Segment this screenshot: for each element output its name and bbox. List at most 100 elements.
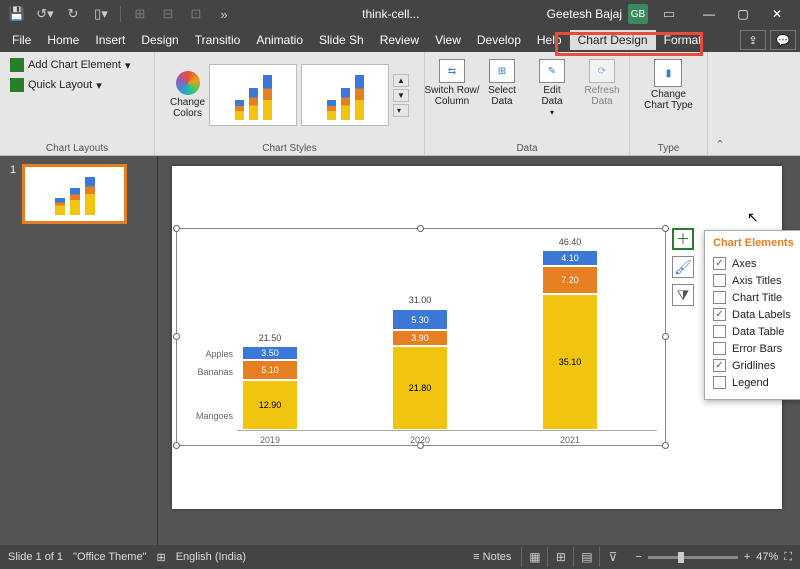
collapse-ribbon-button[interactable]: ⌃ <box>708 52 732 155</box>
close-button[interactable]: ✕ <box>760 3 794 25</box>
chart-element-option[interactable]: Chart Title <box>713 289 800 306</box>
qat-more-icon[interactable]: » <box>213 3 235 25</box>
chevron-down-icon[interactable]: ▼ <box>393 89 409 102</box>
seg-2020-bananas[interactable]: 3.90 <box>392 330 448 346</box>
tab-chart-design[interactable]: Chart Design <box>570 30 656 50</box>
checkbox[interactable]: ✓ <box>713 308 726 321</box>
option-label: Error Bars <box>732 343 782 355</box>
tab-animations[interactable]: Animatio <box>248 30 311 50</box>
window-controls: — ▢ ✕ <box>692 3 794 25</box>
slide-indicator[interactable]: Slide 1 of 1 <box>8 551 63 563</box>
zoom-in-button[interactable]: + <box>744 551 750 563</box>
bar-2019[interactable]: 12.90 5.10 3.50 <box>242 346 298 430</box>
undo-icon[interactable]: ↺▾ <box>34 3 56 25</box>
tab-slideshow[interactable]: Slide Sh <box>311 30 372 50</box>
palette-icon <box>176 71 200 95</box>
chart-styles-button[interactable]: 🖌 <box>672 256 694 278</box>
share-button[interactable]: ⇪ <box>740 30 766 50</box>
quick-layout-button[interactable]: Quick Layout ▾ <box>6 75 148 95</box>
seg-2020-mangoes[interactable]: 21.80 <box>392 346 448 430</box>
checkbox[interactable] <box>713 376 726 389</box>
zoom-percent[interactable]: 47% <box>756 551 778 563</box>
seg-2021-bananas[interactable]: 7.20 <box>542 266 598 294</box>
tab-developer[interactable]: Develop <box>469 30 529 50</box>
tab-review[interactable]: Review <box>372 30 427 50</box>
bar-2020[interactable]: 21.80 3.90 5.30 <box>392 309 448 430</box>
tab-transitions[interactable]: Transitio <box>187 30 249 50</box>
chart-element-option[interactable]: Data Table <box>713 323 800 340</box>
tab-insert[interactable]: Insert <box>87 30 133 50</box>
seg-2019-mangoes[interactable]: 12.90 <box>242 380 298 430</box>
normal-view-button[interactable]: ▦ <box>521 547 547 567</box>
zoom-out-button[interactable]: − <box>635 551 641 563</box>
notes-button[interactable]: ≡ Notes <box>473 551 511 563</box>
user-area[interactable]: Geetesh Bajaj GB <box>547 4 648 24</box>
refresh-data-button[interactable]: ⟳ Refresh Data <box>578 59 626 107</box>
tab-home[interactable]: Home <box>39 30 87 50</box>
change-colors-button[interactable]: Change Colors <box>170 71 205 119</box>
tab-view[interactable]: View <box>427 30 469 50</box>
chart-object[interactable]: Mangoes Bananas Apples 12.90 5.10 3.50 2… <box>176 228 666 446</box>
switch-row-column-button[interactable]: ⇆ Switch Row/ Column <box>428 59 476 107</box>
chart-element-option[interactable]: ✓Data Labels <box>713 306 800 323</box>
document-title: think-cell... <box>235 7 547 21</box>
checkbox[interactable]: ✓ <box>713 257 726 270</box>
fit-to-window-button[interactable]: ⛶ <box>784 551 792 564</box>
style-gallery-scroll[interactable]: ▲ ▼ ▾ <box>393 74 409 117</box>
slide-edit-area[interactable]: ↖ Mangoes Bananas Apples 1 <box>158 156 800 545</box>
slideshow-view-button[interactable]: ⊽ <box>599 547 625 567</box>
change-chart-type-button[interactable]: ▮ Change Chart Type <box>644 55 693 111</box>
brush-icon: 🖌 <box>674 259 692 276</box>
checkbox[interactable] <box>713 274 726 287</box>
seg-2020-apples[interactable]: 5.30 <box>392 309 448 330</box>
tab-help[interactable]: Help <box>529 30 570 50</box>
seg-2019-apples[interactable]: 3.50 <box>242 346 298 360</box>
option-label: Axes <box>732 258 756 270</box>
chart-element-option[interactable]: ✓ Axes <box>713 255 800 272</box>
chart-type-icon: ▮ <box>654 59 682 87</box>
tab-file[interactable]: File <box>4 30 39 50</box>
ribbon-mode-icon[interactable]: ▭ <box>658 3 680 25</box>
save-icon[interactable]: 💾 <box>6 3 28 25</box>
checkbox[interactable] <box>713 291 726 304</box>
slide-canvas[interactable]: ↖ Mangoes Bananas Apples 1 <box>172 166 782 509</box>
chart-elements-button[interactable]: ＋ <box>672 228 694 250</box>
start-icon[interactable]: ▯▾ <box>90 3 112 25</box>
chart-element-option[interactable]: Legend <box>713 374 800 391</box>
zoom-slider[interactable] <box>648 556 738 559</box>
accessibility-icon[interactable]: ⊞ <box>156 551 165 564</box>
sorter-view-button[interactable]: ⊞ <box>547 547 573 567</box>
add-chart-element-button[interactable]: Add Chart Element ▾ <box>6 55 148 75</box>
chart-element-option[interactable]: Axis Titles <box>713 272 800 289</box>
checkbox[interactable] <box>713 325 726 338</box>
gallery-more-icon[interactable]: ▾ <box>393 104 409 117</box>
zoom-thumb[interactable] <box>678 552 684 563</box>
maximize-button[interactable]: ▢ <box>726 3 760 25</box>
reading-view-button[interactable]: ▤ <box>573 547 599 567</box>
select-data-button[interactable]: ⊞ Select Data <box>478 59 526 107</box>
tab-format[interactable]: Format <box>656 30 710 50</box>
seg-2021-mangoes[interactable]: 35.10 <box>542 294 598 430</box>
seg-2019-bananas[interactable]: 5.10 <box>242 360 298 380</box>
comments-button[interactable]: 💬 <box>770 30 796 50</box>
qat: 💾 ↺▾ ↻ ▯▾ ⊞ ⊟ ⊡ » <box>6 3 235 25</box>
checkbox[interactable] <box>713 342 726 355</box>
slide-thumb-1[interactable]: 1 <box>10 164 147 224</box>
slide-thumbnails-panel[interactable]: 1 <box>0 156 158 545</box>
user-name: Geetesh Bajaj <box>547 7 622 21</box>
chevron-up-icon[interactable]: ▲ <box>393 74 409 87</box>
redo-icon[interactable]: ↻ <box>62 3 84 25</box>
language-indicator[interactable]: English (India) <box>176 551 246 563</box>
seg-2021-apples[interactable]: 4.10 <box>542 250 598 266</box>
chart-style-2[interactable] <box>301 64 389 126</box>
bar-2021[interactable]: 35.10 7.20 4.10 <box>542 250 598 430</box>
chart-filters-button[interactable]: ⧩ <box>672 284 694 306</box>
checkbox[interactable]: ✓ <box>713 359 726 372</box>
edit-data-icon: ✎ <box>539 59 565 83</box>
chart-element-option[interactable]: Error Bars <box>713 340 800 357</box>
chart-style-1[interactable] <box>209 64 297 126</box>
chart-element-option[interactable]: ✓Gridlines <box>713 357 800 374</box>
minimize-button[interactable]: — <box>692 3 726 25</box>
tab-design[interactable]: Design <box>133 30 186 50</box>
edit-data-button[interactable]: ✎ Edit Data ▾ <box>528 59 576 118</box>
